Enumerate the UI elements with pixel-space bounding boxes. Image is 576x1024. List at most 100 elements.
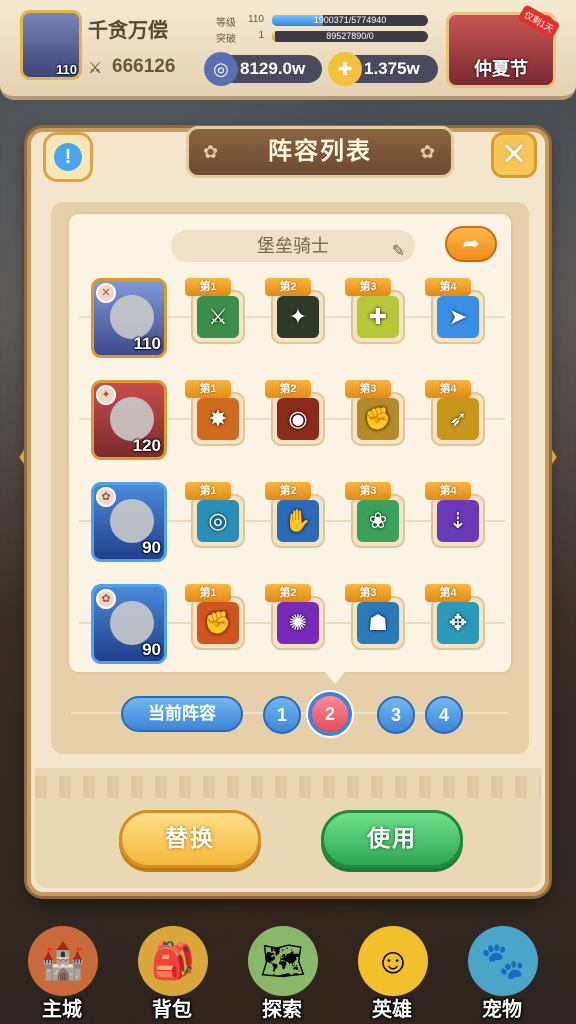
skill-order-tag: 第1 [185, 584, 231, 602]
skill-order-tag: 第4 [425, 380, 471, 398]
coin-icon: ◎ [204, 52, 238, 86]
team-panel: 堡垒骑士 ✎ ➦ ✕ 110 ⚔ 第1 ✦ 第2 ✚ 第3 ➤ 第4 ✦ 120… [51, 202, 529, 754]
nav-item-3[interactable]: 🗺 探索 [230, 926, 334, 1022]
element-icon: ✦ [96, 385, 116, 405]
skill-frame: ➶ [431, 392, 485, 446]
skill-slot[interactable]: ◎ 第1 [185, 482, 245, 552]
skill-icon: ☗ [357, 602, 399, 644]
skill-icon: ✊ [357, 398, 399, 440]
skill-order-tag: 第1 [185, 380, 231, 398]
skill-slot[interactable]: ☗ 第3 [345, 584, 405, 654]
event-button[interactable]: 仅剩1天 仲夏节 [446, 4, 561, 88]
skill-icon: ◉ [277, 398, 319, 440]
skill-order-tag: 第2 [265, 278, 311, 296]
hero-row: ✕ 110 ⚔ 第1 ✦ 第2 ✚ 第3 ➤ 第4 [69, 278, 515, 358]
skill-icon: ✦ [277, 296, 319, 338]
skill-icon: ⇣ [437, 500, 479, 542]
skill-slot[interactable]: ➤ 第4 [425, 278, 485, 348]
left-ornament-icon: ✿ [203, 142, 221, 162]
skill-slot[interactable]: ✊ 第3 [345, 380, 405, 450]
hero-portrait[interactable]: ✦ 120 [91, 380, 167, 460]
skill-order-tag: 第4 [425, 278, 471, 296]
hero-avatar [110, 397, 154, 441]
hero-level: 90 [142, 538, 161, 557]
skill-icon: ✚ [357, 296, 399, 338]
card-pointer [325, 672, 345, 684]
team-slot-selector: 当前阵容 1234 [51, 692, 529, 736]
skill-icon: ✸ [197, 398, 239, 440]
dialog-footer [35, 768, 541, 888]
hero-portrait[interactable]: ✕ 110 [91, 278, 167, 358]
grade-value: 110 [248, 14, 264, 25]
team-slot-2[interactable]: 2 [308, 692, 352, 736]
edit-icon[interactable]: ✎ [392, 236, 405, 268]
skill-frame: ✥ [431, 596, 485, 650]
map-icon: 🗺 [248, 926, 318, 996]
team-card: 堡垒骑士 ✎ ➦ ✕ 110 ⚔ 第1 ✦ 第2 ✚ 第3 ➤ 第4 ✦ 120… [67, 212, 515, 684]
backpack-icon: 🎒 [138, 926, 208, 996]
skill-slot[interactable]: ✸ 第1 [185, 380, 245, 450]
close-button[interactable]: ✕ [491, 132, 537, 178]
hero-avatar [110, 499, 154, 543]
team-slot-1[interactable]: 1 [263, 696, 301, 734]
breakthrough-progress-text: 89527890/0 [326, 31, 374, 41]
skill-frame: ✋ [271, 494, 325, 548]
skill-slot[interactable]: ✋ 第2 [265, 482, 325, 552]
player-avatar[interactable]: 110 [20, 10, 82, 80]
skill-frame: ✦ [271, 290, 325, 344]
hero-portrait[interactable]: ✿ 90 [91, 584, 167, 664]
nav-item-1[interactable]: 🏰 主城 [10, 926, 114, 1022]
nav-label: 背包 [152, 999, 192, 1021]
info-icon: ! [54, 143, 82, 171]
nav-item-2[interactable]: 🎒 背包 [120, 926, 224, 1022]
hero-level: 120 [132, 436, 161, 455]
replace-button[interactable]: 替换 [119, 810, 261, 868]
team-name-field[interactable]: 堡垒骑士 ✎ [171, 230, 415, 262]
current-team-button[interactable]: 当前阵容 [121, 696, 243, 732]
nav-item-4[interactable]: ☺ 英雄 [340, 926, 444, 1022]
gold-counter[interactable]: ✚ 1.375w [328, 52, 438, 86]
skill-slot[interactable]: ✺ 第2 [265, 584, 325, 654]
hero-row: ✿ 90 ✊ 第1 ✺ 第2 ☗ 第3 ✥ 第4 [69, 584, 515, 664]
hero-avatar [110, 295, 154, 339]
skill-icon: ✊ [197, 602, 239, 644]
nav-label: 主城 [42, 999, 82, 1021]
nav-label: 探索 [262, 999, 302, 1021]
team-list-dialog: ! ✿ 阵容列表 ✿ ✕ 堡垒骑士 ✎ ➦ ✕ 110 ⚔ 第1 ✦ 第2 ✚ … [27, 126, 549, 896]
info-button[interactable]: ! [43, 132, 93, 182]
skill-frame: ✊ [191, 596, 245, 650]
coin-counter[interactable]: ◎ 8129.0w [204, 52, 322, 86]
skill-slot[interactable]: ➶ 第4 [425, 380, 485, 450]
gold-add-icon[interactable]: ✚ [328, 52, 362, 86]
skill-icon: ✋ [277, 500, 319, 542]
skill-slot[interactable]: ❀ 第3 [345, 482, 405, 552]
hero-portrait[interactable]: ✿ 90 [91, 482, 167, 562]
skill-slot[interactable]: ✦ 第2 [265, 278, 325, 348]
use-button[interactable]: 使用 [321, 810, 463, 868]
castle-icon: 🏰 [28, 926, 98, 996]
skill-icon: ◎ [197, 500, 239, 542]
skill-icon: ❀ [357, 500, 399, 542]
share-icon: ➦ [462, 233, 480, 255]
skill-slot[interactable]: ◉ 第2 [265, 380, 325, 450]
hero-row: ✿ 90 ◎ 第1 ✋ 第2 ❀ 第3 ⇣ 第4 [69, 482, 515, 562]
skill-slot[interactable]: ✥ 第4 [425, 584, 485, 654]
element-icon: ✿ [96, 589, 116, 609]
skill-order-tag: 第3 [345, 380, 391, 398]
skill-order-tag: 第1 [185, 278, 231, 296]
skill-icon: ➶ [437, 398, 479, 440]
top-status-bar: 110 千贪万偿 ⚔ 666126 等级 110 1900371/5774940… [0, 0, 576, 100]
skill-slot[interactable]: ⇣ 第4 [425, 482, 485, 552]
skill-frame: ✚ [351, 290, 405, 344]
skill-slot[interactable]: ✚ 第3 [345, 278, 405, 348]
share-button[interactable]: ➦ [445, 226, 497, 262]
team-slot-4[interactable]: 4 [425, 696, 463, 734]
skill-slot[interactable]: ✊ 第1 [185, 584, 245, 654]
skill-slot[interactable]: ⚔ 第1 [185, 278, 245, 348]
nav-item-5[interactable]: 🐾 宠物 [450, 926, 554, 1022]
team-slot-3[interactable]: 3 [377, 696, 415, 734]
skill-order-tag: 第2 [265, 584, 311, 602]
element-icon: ✕ [96, 283, 116, 303]
coin-amount: 8129.0w [240, 59, 306, 78]
skill-frame: ⚔ [191, 290, 245, 344]
